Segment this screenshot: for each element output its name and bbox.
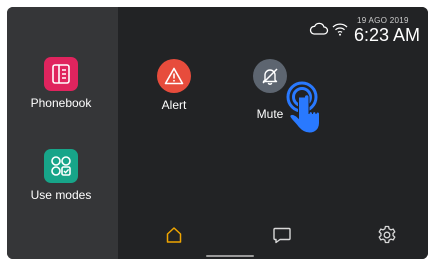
cloud-icon — [309, 22, 329, 41]
phonebook-label: Phonebook — [30, 96, 92, 110]
phonebook-icon — [44, 57, 78, 91]
device-screen: Phonebook Use modes 19 AGO 2019 6:23 AM … — [7, 7, 428, 259]
use-modes-label: Use modes — [30, 188, 92, 202]
time-text: 6:23 AM — [353, 25, 420, 45]
nav-messages-button[interactable] — [270, 225, 294, 249]
clock: 19 AGO 2019 6:23 AM — [354, 16, 420, 45]
nav-home-button[interactable] — [162, 225, 186, 249]
home-icon — [165, 226, 183, 249]
date-text: 19 AGO 2019 — [356, 16, 409, 25]
status-icons — [309, 22, 348, 45]
home-indicator-bar — [206, 255, 254, 257]
alert-label: Alert — [161, 98, 187, 112]
mute-label: Mute — [256, 107, 284, 121]
status-bar: 19 AGO 2019 6:23 AM — [309, 11, 420, 45]
use-modes-app[interactable]: Use modes — [11, 149, 111, 202]
use-modes-icon — [44, 149, 78, 183]
phonebook-app[interactable]: Phonebook — [11, 57, 111, 110]
nav-settings-button[interactable] — [375, 225, 399, 249]
alert-icon — [157, 59, 191, 93]
gear-icon — [377, 225, 397, 250]
main-area: 19 AGO 2019 6:23 AM Alert Mute — [118, 7, 428, 259]
tap-gesture-icon — [282, 80, 326, 136]
sidebar: Phonebook Use modes — [7, 7, 118, 259]
wifi-icon — [332, 22, 348, 41]
alert-tile[interactable]: Alert — [134, 59, 214, 112]
message-icon — [272, 226, 292, 249]
